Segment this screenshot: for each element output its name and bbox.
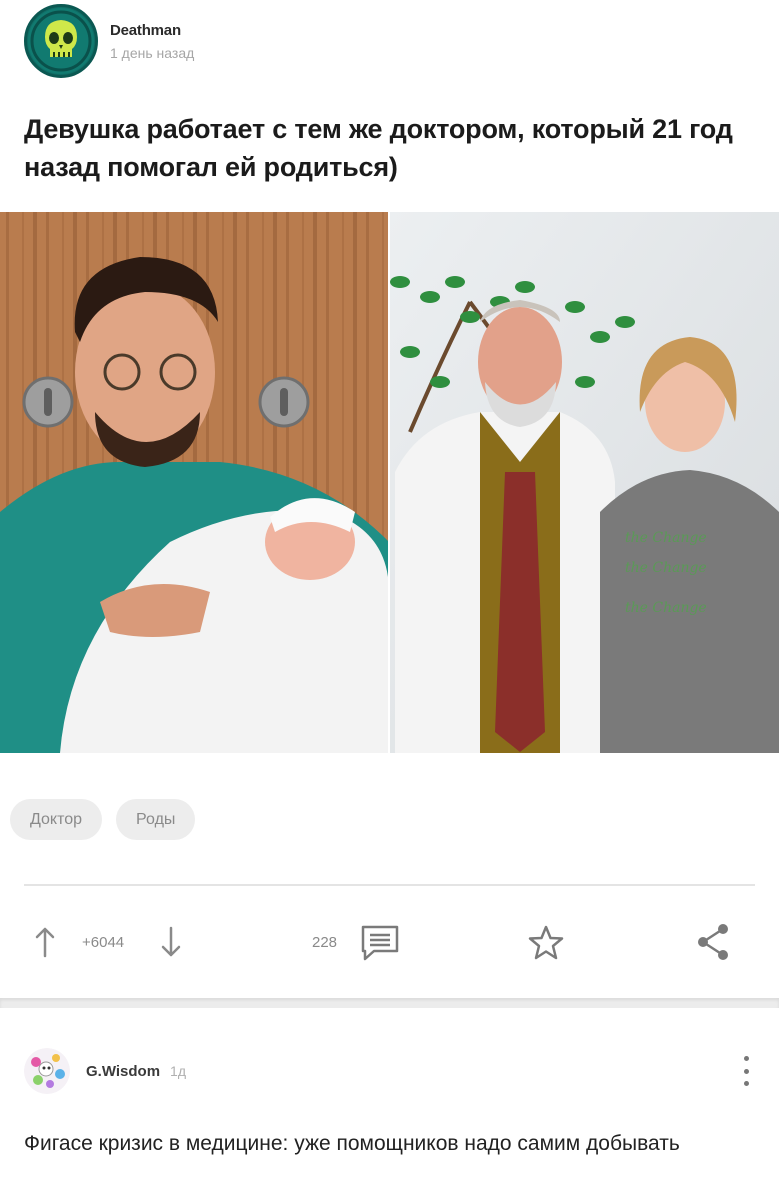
comment-header: G.Wisdom 1д	[24, 1048, 186, 1094]
more-vertical-icon[interactable]	[741, 1056, 751, 1086]
svg-text:the Change: the Change	[625, 530, 707, 546]
share-icon	[698, 924, 728, 960]
comments-count[interactable]: 228	[312, 934, 337, 951]
arrow-down-icon	[161, 926, 181, 957]
post-rating: +6044	[82, 934, 125, 951]
arrow-up-icon	[35, 927, 55, 958]
upvote-button[interactable]	[34, 926, 56, 958]
post-separator	[0, 998, 779, 1008]
post-author[interactable]: Deathman	[110, 22, 194, 39]
skull-icon	[28, 8, 94, 74]
tag-birth[interactable]: Роды	[116, 799, 196, 840]
comment-author[interactable]: G.Wisdom	[86, 1063, 160, 1080]
post-header: Deathman 1 день назад	[24, 4, 194, 78]
star-icon	[528, 925, 564, 960]
tag-doctor[interactable]: Доктор	[10, 799, 103, 840]
save-button[interactable]	[527, 924, 565, 962]
comment-time: 1д	[170, 1063, 187, 1079]
post-title[interactable]: Девушка работает с тем же доктором, кото…	[24, 110, 759, 186]
svg-text:the Change: the Change	[625, 600, 707, 616]
downvote-button[interactable]	[160, 926, 182, 958]
commenter-avatar[interactable]	[24, 1048, 70, 1094]
author-avatar[interactable]	[24, 4, 98, 78]
post-time: 1 день назад	[110, 44, 195, 61]
comment-text: Фигасе кризис в медицине: уже помощников…	[24, 1132, 680, 1155]
author-block: Deathman 1 день назад	[110, 22, 194, 61]
post-actions: +6044 228	[0, 912, 779, 976]
collage-image: the Change the Change the Change	[0, 212, 779, 753]
comments-icon	[361, 925, 399, 961]
divider	[24, 884, 755, 886]
svg-text:the Change: the Change	[625, 560, 707, 576]
tags: Доктор Роды	[10, 799, 196, 840]
share-button[interactable]	[694, 922, 732, 962]
avatar-image-icon	[24, 1048, 70, 1094]
post-image[interactable]: the Change the Change the Change	[0, 212, 779, 753]
comments-button[interactable]	[360, 924, 400, 962]
